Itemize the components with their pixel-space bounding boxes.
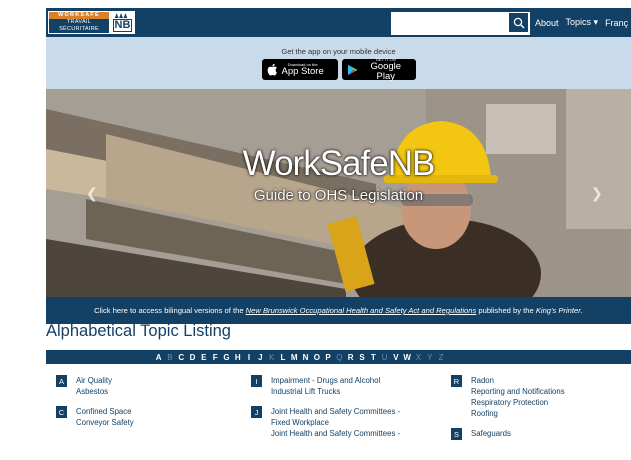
topic-column-3: R Radon Reporting and Notifications Respira… (451, 375, 565, 448)
banner-text-pre: Click here to access bilingual versions … (94, 306, 246, 315)
google-play-button[interactable]: GET IT ON Google Play (341, 57, 416, 82)
nav-about[interactable]: About (535, 18, 559, 28)
topic-group-c: C Confined Space Conveyor Safety (56, 406, 134, 428)
topic-link[interactable]: Respiratory Protection (471, 397, 565, 408)
alpha-letter-i[interactable]: I (243, 353, 254, 362)
topic-column-2: I Impairment - Drugs and Alcohol Industria… (251, 375, 400, 448)
alpha-letter-t[interactable]: T (368, 353, 379, 362)
topic-link[interactable]: Industrial Lift Trucks (271, 386, 400, 397)
alpha-letter-m[interactable]: M (289, 353, 300, 362)
topic-link[interactable]: Safeguards (471, 428, 565, 439)
alpha-letter-z: Z (438, 352, 444, 362)
top-navbar: WORKSAFE TRAVAIL SÉCURITAIRE ♟♟♟ NB Abou… (46, 8, 631, 37)
letter-badge: C (56, 406, 67, 418)
alpha-letter-q: Q (336, 352, 343, 362)
nav-topics-dropdown[interactable]: Topics ▾ (566, 17, 599, 28)
banner-text-mid: published by the (476, 306, 536, 315)
alpha-letter-x: X (415, 352, 422, 362)
alphabet-nav: ABCDEFGHIJKLMNOPQRSTUVWXYZ (46, 350, 631, 364)
hero-title: WorkSafeNB (242, 144, 436, 183)
topic-group-j: J Joint Health and Safety Committees - Fix… (251, 406, 400, 439)
hero-carousel: ❮ ❯ WorkSafeNB Guide to OHS Legislation (46, 89, 631, 297)
topic-link[interactable]: Asbestos (76, 386, 134, 397)
logo-nb-mark: ♟♟♟ NB (110, 11, 135, 34)
search-button[interactable] (508, 12, 529, 33)
logo-top-text: WORKSAFE (49, 12, 109, 19)
topic-link[interactable]: Radon (471, 375, 565, 386)
alpha-letter-u: U (381, 352, 388, 362)
alpha-letter-r[interactable]: R (345, 353, 356, 362)
logo-wordmark: WORKSAFE TRAVAIL SÉCURITAIRE (48, 11, 110, 34)
legislation-banner: Click here to access bilingual versions … (46, 297, 631, 324)
alpha-letter-f[interactable]: F (209, 353, 220, 362)
alpha-letter-b: B (167, 352, 173, 362)
topic-link[interactable]: Fixed Workplace (271, 417, 400, 428)
topic-group-s: S Safeguards (451, 428, 565, 440)
page: WORKSAFE TRAVAIL SÉCURITAIRE ♟♟♟ NB Abou… (46, 8, 631, 324)
logo-nb-text: NB (112, 19, 133, 32)
legislation-link[interactable]: New Brunswick Occupational Health and Sa… (246, 306, 477, 315)
logo-bottom-text: TRAVAIL SÉCURITAIRE (59, 19, 99, 32)
kings-printer-text: King's Printer (535, 306, 581, 315)
alpha-letter-y: Y (427, 352, 433, 362)
alpha-letter-a[interactable]: A (153, 353, 164, 362)
letter-badge: I (251, 375, 262, 387)
app-store-button[interactable]: Download on the App Store (261, 59, 338, 80)
letter-badge: S (451, 428, 462, 440)
page-title: Alphabetical Topic Listing (46, 322, 231, 340)
alpha-letter-l[interactable]: L (277, 353, 288, 362)
banner-text-end: . (580, 306, 583, 315)
nav-language[interactable]: Franç (605, 18, 628, 28)
alpha-letter-c[interactable]: C (176, 353, 187, 362)
topic-group-i: I Impairment - Drugs and Alcohol Industria… (251, 375, 400, 397)
alpha-letter-k: K (268, 352, 275, 362)
google-play-icon (347, 64, 357, 75)
letter-badge: A (56, 375, 67, 387)
topic-link[interactable]: Joint Health and Safety Committees - (271, 428, 400, 439)
google-play-big-text: Google Play (370, 61, 402, 82)
alpha-letter-g[interactable]: G (221, 353, 232, 362)
alpha-letter-s[interactable]: S (356, 353, 367, 362)
logo-figures-icon: ♟♟♟ (114, 14, 128, 20)
letter-badge: R (451, 375, 462, 387)
topic-link[interactable]: Confined Space (76, 406, 134, 417)
letter-badge: J (251, 406, 262, 418)
main-nav: About Topics ▾ Franç (535, 8, 628, 37)
alpha-letter-j[interactable]: J (255, 353, 266, 362)
alpha-letter-p[interactable]: P (322, 353, 333, 362)
topic-group-r: R Radon Reporting and Notifications Respira… (451, 375, 565, 419)
alpha-letter-h[interactable]: H (232, 353, 243, 362)
topic-link[interactable]: Reporting and Notifications (471, 386, 565, 397)
alpha-letter-w[interactable]: W (402, 353, 413, 362)
topic-link[interactable]: Conveyor Safety (76, 417, 134, 428)
topic-link[interactable]: Joint Health and Safety Committees - (271, 406, 400, 417)
alpha-letter-v[interactable]: V (390, 353, 401, 362)
alpha-letter-e[interactable]: E (198, 353, 209, 362)
alpha-letter-n[interactable]: N (300, 353, 311, 362)
alpha-letter-d[interactable]: D (187, 353, 198, 362)
app-promo-bar: Get the app on your mobile device Downlo… (46, 37, 631, 89)
topic-link[interactable]: Impairment - Drugs and Alcohol (271, 375, 400, 386)
topic-group-a: A Air Quality Asbestos (56, 375, 134, 397)
app-store-big-text: App Store (281, 66, 324, 77)
apple-icon (267, 63, 277, 76)
app-promo-label: Get the app on your mobile device (281, 47, 396, 56)
search-icon (513, 17, 524, 28)
topic-link[interactable]: Roofing (471, 408, 565, 419)
alpha-letter-o[interactable]: O (311, 353, 322, 362)
hero-subtitle: Guide to OHS Legislation (253, 187, 424, 204)
topic-link[interactable]: Air Quality (76, 375, 134, 386)
worksafe-logo[interactable]: WORKSAFE TRAVAIL SÉCURITAIRE ♟♟♟ NB (48, 11, 135, 34)
topic-column-1: A Air Quality Asbestos C Confined Space Conve… (56, 375, 134, 437)
